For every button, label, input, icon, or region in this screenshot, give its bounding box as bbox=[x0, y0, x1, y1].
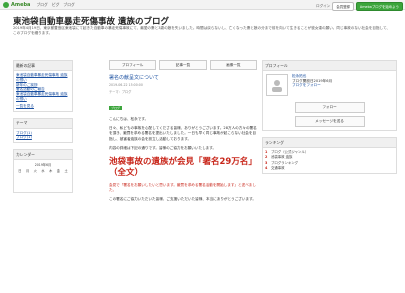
post-date: 2019-06-22 15:00:00 bbox=[109, 83, 143, 87]
ameba-logo-icon bbox=[3, 1, 9, 8]
post-theme[interactable]: テーマ：ブログ bbox=[109, 89, 257, 94]
calendar-grid: 日 月 火 水 木 金 土 bbox=[16, 168, 70, 190]
theme-link[interactable]: ブログ(1) bbox=[16, 135, 70, 140]
user-icon bbox=[272, 80, 282, 92]
tab-profile[interactable]: プロフィール bbox=[109, 60, 157, 70]
themes-title: テーマ bbox=[14, 118, 72, 129]
profile-follow-link[interactable]: ブログをフォロー bbox=[292, 83, 332, 88]
global-header-bar: Ameba ブログ ピグ ブログ ログイン 会員登録 Amebaブログを始めよう bbox=[0, 0, 405, 11]
message-button[interactable]: メッセージを送る bbox=[294, 116, 365, 127]
recent-posts-box: 最新の記事 東池袋自動車暴走死傷事故 遺族の想い 新年のご挨拶 署名活動のご報告… bbox=[13, 60, 73, 112]
ranking-title: ランキング bbox=[263, 138, 396, 148]
profile-title: プロフィール bbox=[263, 61, 396, 71]
register-button[interactable]: 会員登録 bbox=[332, 1, 354, 11]
ranking-item: 4 交通事故 bbox=[265, 165, 285, 170]
recent-post-link[interactable]: 東池袋自動車暴走死傷事故 遺族の想い bbox=[16, 73, 70, 83]
calendar-title: カレンダー bbox=[14, 150, 72, 161]
right-sidebar: プロフィール 松永拓也 ブログ開設日2019年6月 ブログをフォロー フォロー … bbox=[262, 60, 397, 180]
recent-posts-title: 最新の記事 bbox=[14, 61, 72, 71]
avatar[interactable] bbox=[266, 74, 288, 96]
calendar-box: カレンダー 2019年6月 日 月 火 水 木 金 土 bbox=[13, 149, 73, 194]
tab-images[interactable]: 画像一覧 bbox=[209, 60, 257, 70]
post-badge: ブログ bbox=[109, 106, 123, 110]
follow-button[interactable]: フォロー bbox=[294, 102, 365, 113]
post-title[interactable]: 署名の献呈文について bbox=[109, 74, 257, 81]
left-sidebar: 最新の記事 東池袋自動車暴走死傷事故 遺族の想い 新年のご挨拶 署名活動のご報告… bbox=[13, 60, 73, 199]
main-article: プロフィール 記事一覧 画像一覧 署名の献呈文について 2019-06-22 1… bbox=[109, 60, 257, 203]
post-paragraph-3: 内容の詳細は下記の通りです。皆様のご協力をお願いいたします。 bbox=[109, 145, 217, 150]
post-paragraph-5: この署名にご協力いただいた皆様、ご支援いただいた皆様、本当にありがとうございます… bbox=[109, 197, 256, 202]
more-posts-link[interactable]: 一覧を見る bbox=[16, 104, 70, 109]
blog-tabs: プロフィール 記事一覧 画像一覧 bbox=[109, 60, 257, 70]
post-paragraph-2: 日々、私どもの事故を心配してくださる皆様、ありがとうございます。28万人の方々の… bbox=[109, 126, 257, 141]
start-blog-button[interactable]: Amebaブログを始めよう bbox=[355, 1, 403, 11]
profile-box: プロフィール 松永拓也 ブログ開設日2019年6月 ブログをフォロー フォロー … bbox=[262, 60, 397, 131]
login-link[interactable]: ログイン bbox=[316, 4, 330, 9]
post-headline: 池袋事故の遺族が会見「署名29万名」（全文） bbox=[109, 157, 257, 179]
ameba-logo[interactable]: Ameba bbox=[3, 1, 30, 8]
topbar-link-3[interactable]: ブログ bbox=[63, 2, 74, 8]
recent-post-link[interactable]: 東池袋自動車暴走死傷事故 遺族の想い bbox=[16, 92, 70, 102]
topbar-link-1[interactable]: ブログ bbox=[36, 2, 47, 8]
topbar-link-2[interactable]: ピグ bbox=[52, 2, 60, 8]
blog-description: 2019年4月19日、東京都豊島区東池袋にて起きた自動車の暴走死傷事故にて、最愛… bbox=[13, 26, 391, 35]
ranking-box: ランキング 1 ブログ（公式ジャンル） 2 池袋事故 遺族 3 ブログランキング 4交… bbox=[262, 137, 397, 175]
post-paragraph-1: こんにちは、松永です。 bbox=[109, 117, 149, 121]
tab-posts[interactable]: 記事一覧 bbox=[159, 60, 207, 70]
calendar-month: 2019年6月 bbox=[34, 163, 52, 168]
post-paragraph-4: 会見で「署名をお願いしたいと思います。厳罰を求める署名活動を開始します」と述べま… bbox=[109, 183, 256, 193]
themes-box: テーマ ブログ(1) ブログ(1) bbox=[13, 117, 73, 144]
